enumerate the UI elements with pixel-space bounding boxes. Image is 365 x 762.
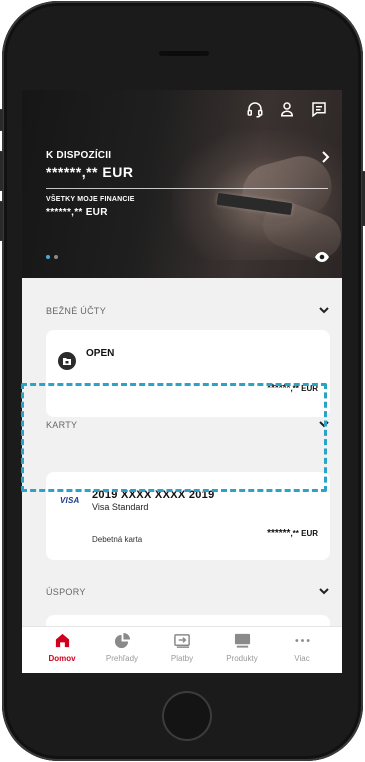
visa-logo: VISA: [60, 496, 80, 505]
payment-card[interactable]: VISA 2019 XXXX XXXX 2019 Visa Standard D…: [46, 472, 330, 560]
silent-switch: [0, 109, 3, 131]
chevron-down-icon[interactable]: [318, 302, 330, 320]
message-icon[interactable]: [308, 98, 330, 120]
tab-label: Domov: [48, 654, 76, 663]
savings-header[interactable]: ÚSPORY: [46, 584, 330, 600]
carousel-dot-active[interactable]: [46, 255, 50, 259]
more-icon: [293, 631, 311, 649]
bottom-tab-bar: Domov Prehľady Platby Produkty Viac: [22, 626, 342, 673]
tab-label: Viac: [294, 654, 310, 663]
card-balance: ******,** EUR: [267, 528, 318, 539]
transfer-icon: [173, 631, 191, 649]
earpiece-speaker: [159, 51, 209, 56]
carousel-dots: [46, 255, 58, 259]
user-icon[interactable]: [276, 98, 298, 120]
all-finances-amount: ******,** EUR: [46, 207, 108, 218]
tab-label: Platby: [170, 654, 194, 663]
available-label: K DISPOZÍCII: [46, 150, 112, 161]
card-type: Visa Standard: [92, 502, 149, 512]
tab-more[interactable]: Viac: [274, 631, 330, 673]
available-amount: ******,** EUR: [46, 164, 134, 180]
chevron-right-icon[interactable]: [318, 150, 332, 164]
tab-label: Produkty: [226, 654, 258, 663]
tab-products[interactable]: Produkty: [214, 631, 270, 673]
account-icon: [58, 352, 76, 370]
all-finances-label: VŠETKY MOJE FINANCIE: [46, 196, 135, 203]
carousel-dot[interactable]: [54, 255, 58, 259]
app-screen: K DISPOZÍCII ******,** EUR VŠETKY MOJE F…: [22, 90, 342, 673]
home-button[interactable]: [162, 691, 212, 741]
home-icon: [53, 631, 71, 649]
eye-icon[interactable]: [314, 250, 330, 264]
pie-chart-icon: [113, 631, 131, 649]
hero-toolbar: [244, 98, 330, 120]
hero-divider: [46, 188, 328, 189]
cards-header[interactable]: KARTY: [46, 417, 330, 433]
tab-overview[interactable]: Prehľady: [94, 631, 150, 673]
card-icon: [233, 631, 251, 649]
chevron-down-icon[interactable]: [318, 416, 330, 434]
tab-label: Prehľady: [105, 654, 139, 663]
volume-down-button: [0, 201, 3, 241]
current-accounts-title: BEŽNÉ ÚČTY: [46, 306, 107, 316]
volume-up-button: [0, 151, 3, 191]
card-number: 2019 XXXX XXXX 2019: [92, 489, 215, 501]
card-kind: Debetná karta: [92, 535, 143, 544]
hero-banner: K DISPOZÍCII ******,** EUR VŠETKY MOJE F…: [22, 90, 342, 278]
chevron-down-icon[interactable]: [318, 583, 330, 601]
account-balance: ******,** EUR: [267, 383, 318, 394]
savings-title: ÚSPORY: [46, 587, 86, 597]
account-card[interactable]: OPEN ******,** EUR: [46, 330, 330, 417]
headset-icon[interactable]: [244, 98, 266, 120]
cards-title: KARTY: [46, 420, 78, 430]
account-name: OPEN: [86, 348, 115, 359]
tab-payments[interactable]: Platby: [154, 631, 210, 673]
current-accounts-header[interactable]: BEŽNÉ ÚČTY: [46, 303, 330, 319]
tab-home[interactable]: Domov: [34, 631, 90, 673]
